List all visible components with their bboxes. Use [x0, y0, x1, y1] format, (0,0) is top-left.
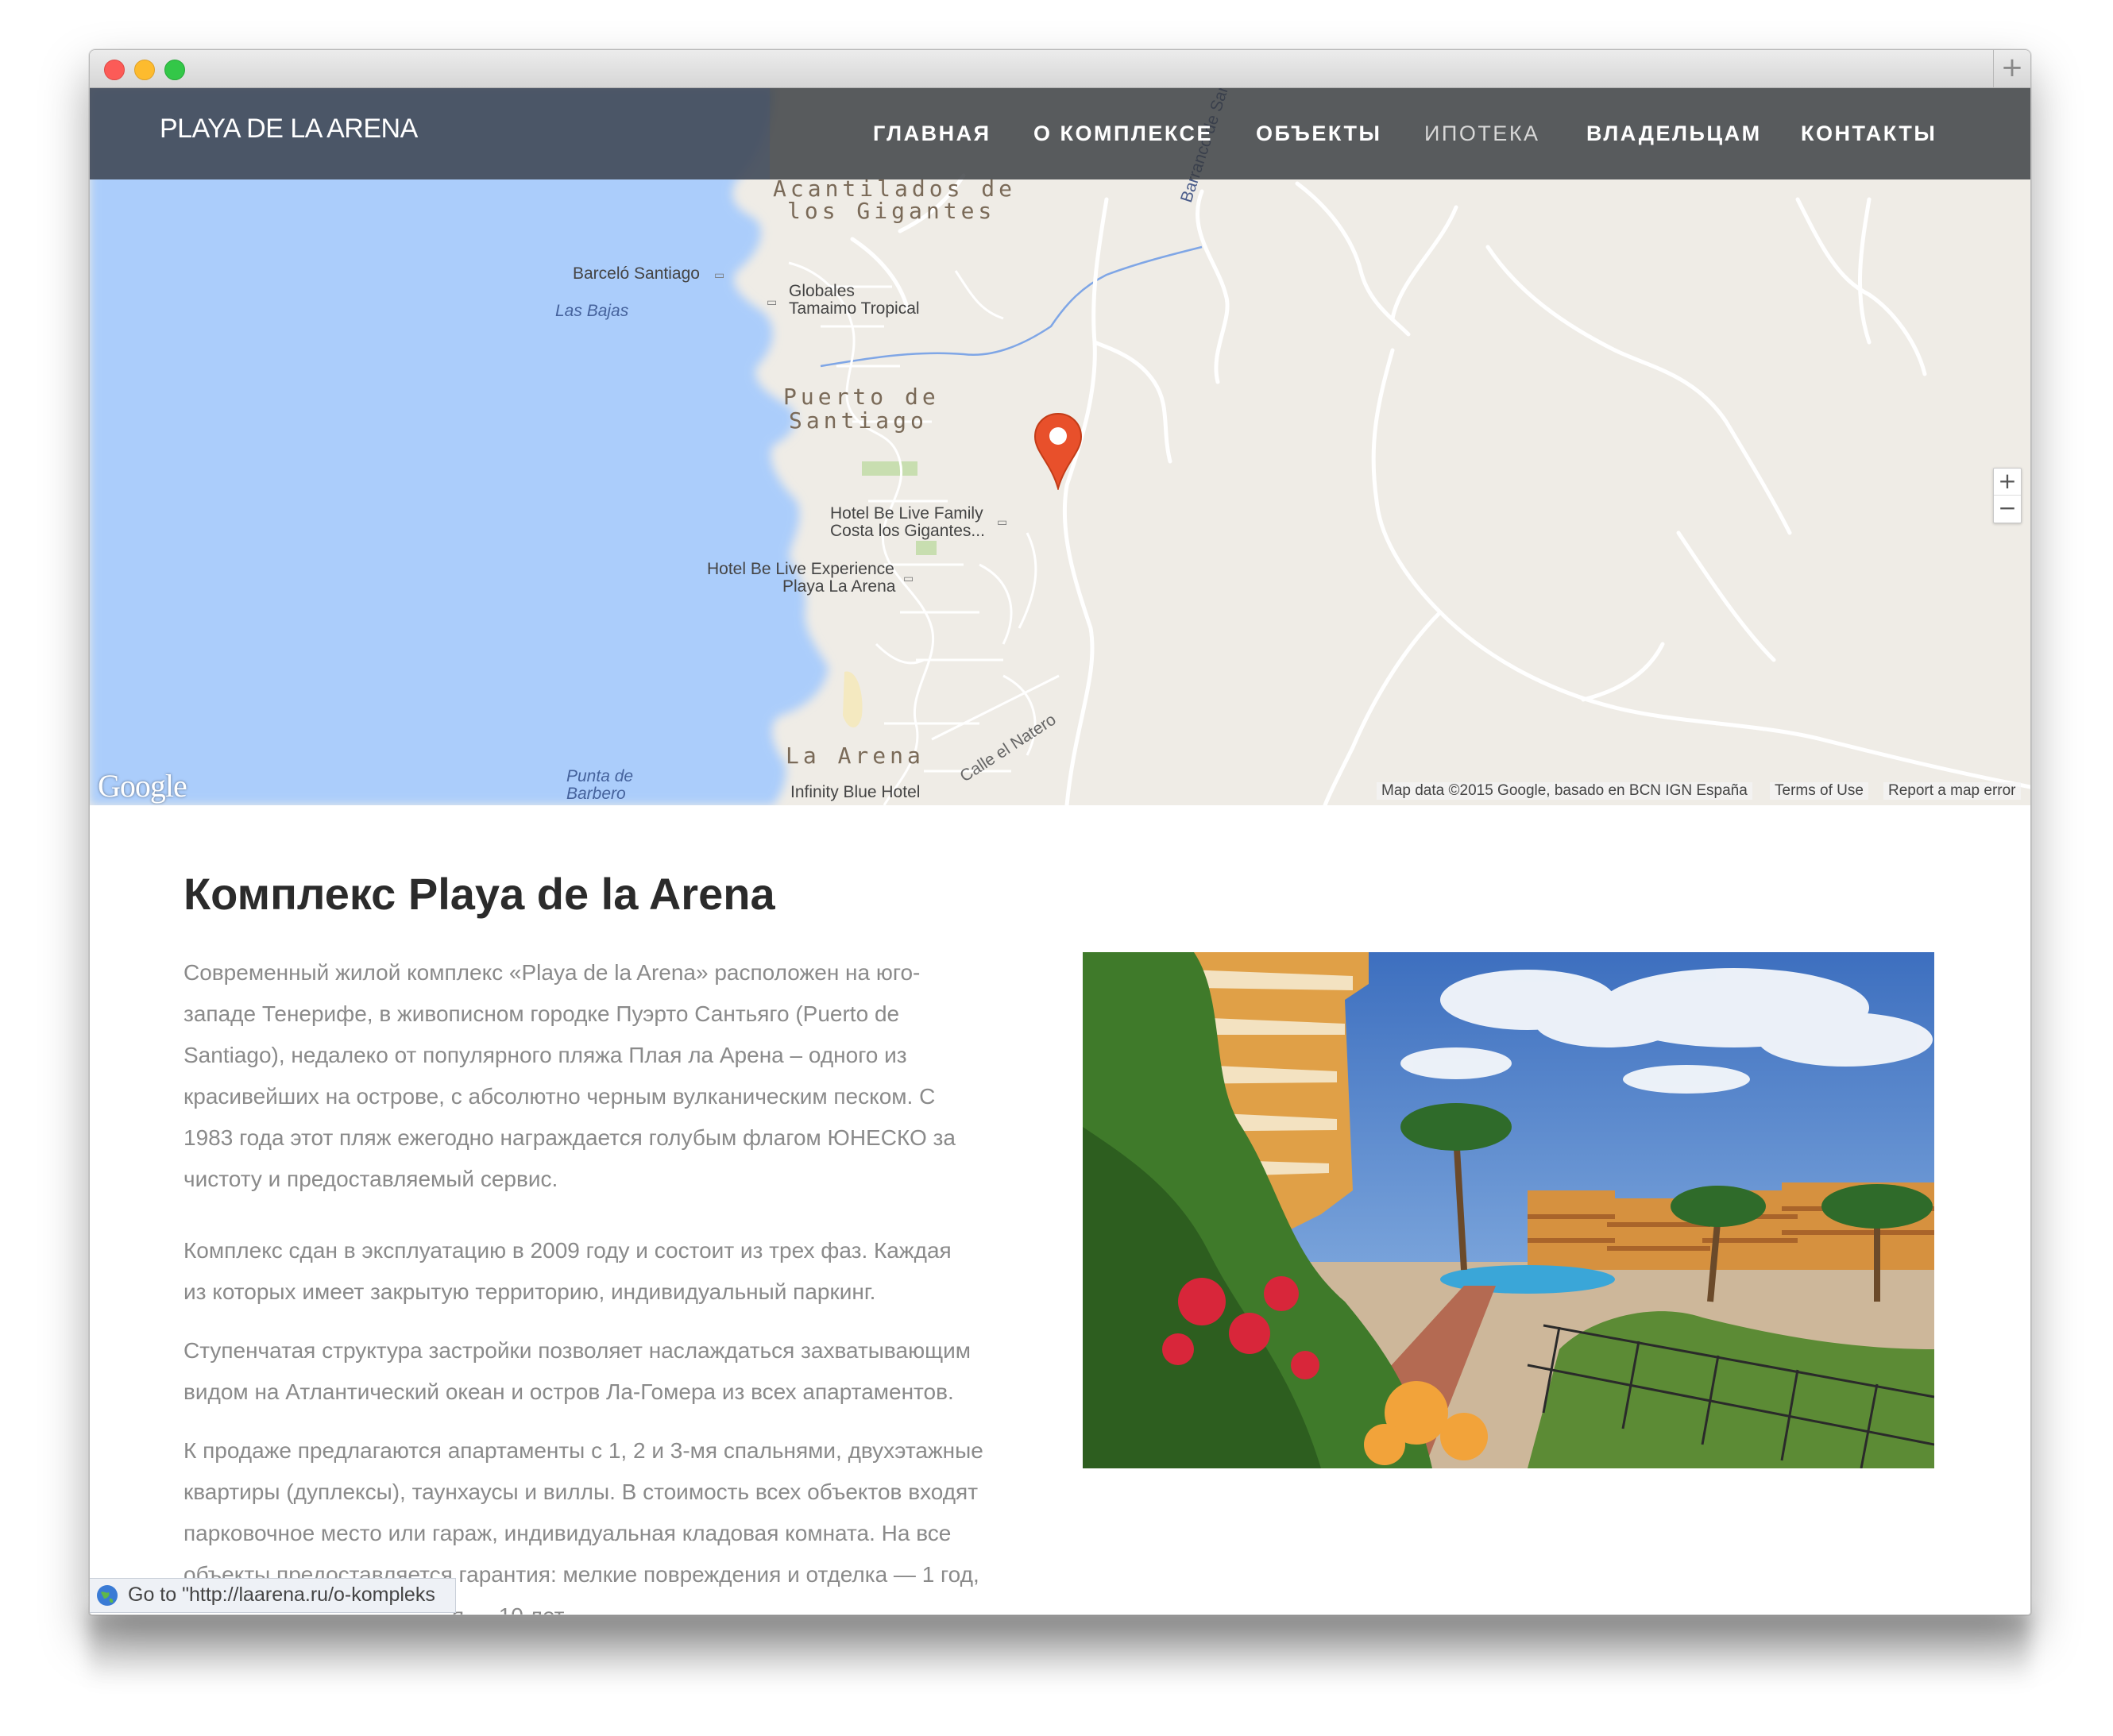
- map-label-tamaimo: Tamaimo Tropical: [789, 299, 920, 318]
- google-logo[interactable]: Google: [98, 767, 187, 804]
- zoom-window-button[interactable]: [164, 60, 185, 80]
- text-line: чистоту и предоставляемый сервис.: [183, 1167, 558, 1191]
- nav-mortgage[interactable]: ИПОТЕКА: [1424, 122, 1540, 146]
- link-status-bar: Go to "http://laarena.ru/o-kompleks: [90, 1578, 456, 1613]
- paragraph-view: Ступенчатая структура застройки позволяе…: [183, 1330, 1049, 1413]
- text-line: парковочное место или гараж, индивидуаль…: [183, 1521, 952, 1545]
- text-line: видом на Атлантический океан и остров Ла…: [183, 1379, 954, 1404]
- paragraph-phases: Комплекс сдан в эксплуатацию в 2009 году…: [183, 1230, 1049, 1313]
- hotel-icon: ▭: [714, 268, 725, 281]
- map-label-las-bajas: Las Bajas: [555, 302, 629, 320]
- map-label-playa-arena: Playa La Arena: [782, 577, 896, 596]
- map-attribution: Map data ©2015 Google, basado en BCN IGN…: [1377, 782, 1752, 800]
- nav-home[interactable]: ГЛАВНАЯ: [873, 122, 991, 146]
- zoom-out-button[interactable]: −: [1994, 496, 2021, 522]
- hotel-icon: ▭: [997, 515, 1008, 528]
- text-line: красивейших на острове, с абсолютно черн…: [183, 1084, 936, 1109]
- nav-about[interactable]: О КОМПЛЕКСЕ: [1033, 122, 1213, 146]
- map-zoom-control: + −: [1993, 468, 2022, 523]
- nav-owners[interactable]: ВЛАДЕЛЬЦАМ: [1586, 122, 1762, 146]
- map-label-santiago: Santiago: [789, 407, 928, 434]
- text-line: К продаже предлагаются апартаменты с 1, …: [183, 1438, 983, 1463]
- new-tab-button[interactable]: +: [1993, 50, 2030, 87]
- complex-photo: [1083, 952, 1934, 1468]
- text-line: из которых имеет закрытую территорию, ин…: [183, 1279, 876, 1304]
- paragraph-intro: Современный жилой комплекс «Playa de la …: [183, 952, 1049, 1200]
- text-line: Комплекс сдан в эксплуатацию в 2009 году…: [183, 1238, 952, 1263]
- location-pin-icon[interactable]: [1032, 412, 1084, 490]
- page-title: Комплекс Playa de la Arena: [183, 869, 775, 919]
- site-navbar: PLAYA DE LA ARENA ГЛАВНАЯ О КОМПЛЕКСЕ ОБ…: [90, 88, 2030, 179]
- map-label-barcelo: Barceló Santiago: [573, 264, 700, 283]
- text-line: 1983 года этот пляж ежегодно награждаетс…: [183, 1125, 956, 1150]
- google-map[interactable]: Acantilados de los Gigantes Barranco de …: [90, 88, 2030, 805]
- title-bar: +: [90, 50, 2030, 88]
- map-label-costa: Costa los Gigantes...: [830, 522, 985, 540]
- map-label-gigantes: los Gigantes: [787, 198, 996, 224]
- text-line: Santiago), недалеко от популярного пляжа…: [183, 1043, 907, 1067]
- site-logo[interactable]: PLAYA DE LA ARENA: [160, 114, 418, 145]
- minimize-window-button[interactable]: [134, 60, 155, 80]
- text-line: Современный жилой комплекс «Playa de la …: [183, 960, 921, 985]
- window-shadow: [89, 1612, 2030, 1685]
- map-label-belive-experience: Hotel Be Live Experience: [707, 560, 894, 578]
- nav-contacts[interactable]: КОНТАКТЫ: [1801, 122, 1937, 146]
- map-label-globales: Globales: [789, 282, 855, 300]
- map-label-belive-family: Hotel Be Live Family: [830, 504, 983, 523]
- globe-icon: [97, 1585, 118, 1606]
- status-link-text: Go to "http://laarena.ru/o-kompleks: [128, 1584, 435, 1606]
- hotel-icon: ▭: [903, 572, 914, 584]
- text-line: западе Тенерифе, в живописном городке Пу…: [183, 1001, 900, 1026]
- hotel-icon: ▭: [767, 295, 778, 308]
- map-label-infinity: Infinity Blue Hotel: [790, 783, 921, 801]
- map-label-puerto: Puerto de: [783, 384, 940, 410]
- text-line: Ступенчатая структура застройки позволяе…: [183, 1338, 971, 1363]
- nav-objects[interactable]: ОБЪЕКТЫ: [1256, 122, 1381, 146]
- text-line: квартиры (дуплексы), таунхаусы и виллы. …: [183, 1479, 979, 1504]
- browser-window: + Acantilados de los Gigantes Barceló Sa…: [89, 49, 2031, 1615]
- close-window-button[interactable]: [104, 60, 125, 80]
- zoom-in-button[interactable]: +: [1994, 469, 2021, 496]
- map-label-punta: Punta de: [566, 767, 634, 785]
- map-label-la-arena: La Arena: [786, 743, 925, 769]
- report-map-error-link[interactable]: Report a map error: [1883, 782, 2021, 800]
- map-label-barbero: Barbero: [566, 785, 626, 803]
- terms-of-use-link[interactable]: Terms of Use: [1770, 782, 1868, 800]
